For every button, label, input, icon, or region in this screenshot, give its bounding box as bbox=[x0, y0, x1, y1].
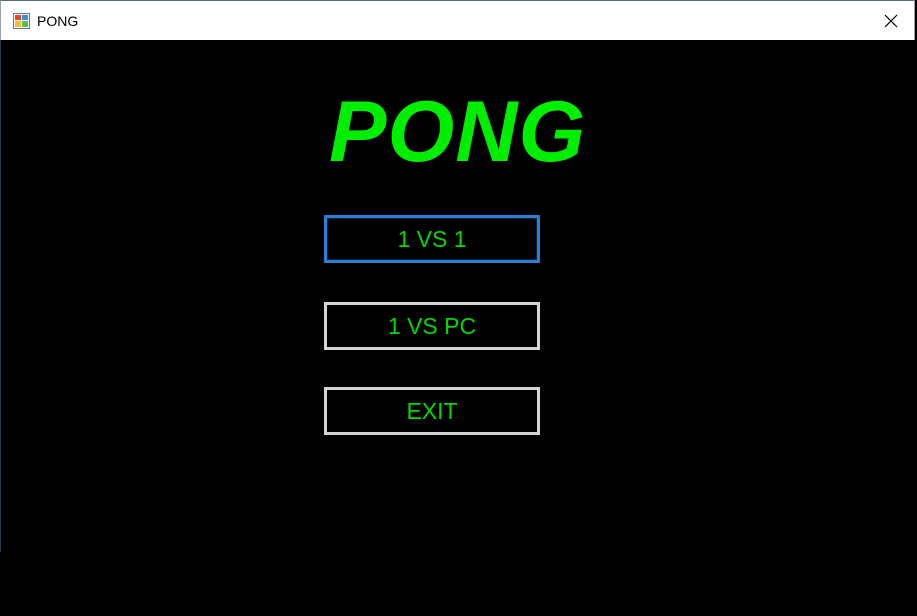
exit-button[interactable]: EXIT bbox=[324, 387, 540, 435]
game-title: PONG bbox=[329, 84, 587, 180]
window-left-border bbox=[0, 40, 1, 552]
close-icon bbox=[884, 14, 898, 27]
close-button[interactable] bbox=[868, 1, 914, 40]
title-bar[interactable]: PONG bbox=[0, 0, 915, 40]
one-vs-pc-button[interactable]: 1 VS PC bbox=[324, 302, 540, 350]
window-title: PONG bbox=[37, 13, 79, 29]
pong-window: PONG PONG 1 VS 1 1 VS PC EXIT bbox=[0, 0, 917, 616]
winforms-app-icon bbox=[13, 13, 30, 29]
one-vs-one-button[interactable]: 1 VS 1 bbox=[324, 215, 540, 263]
